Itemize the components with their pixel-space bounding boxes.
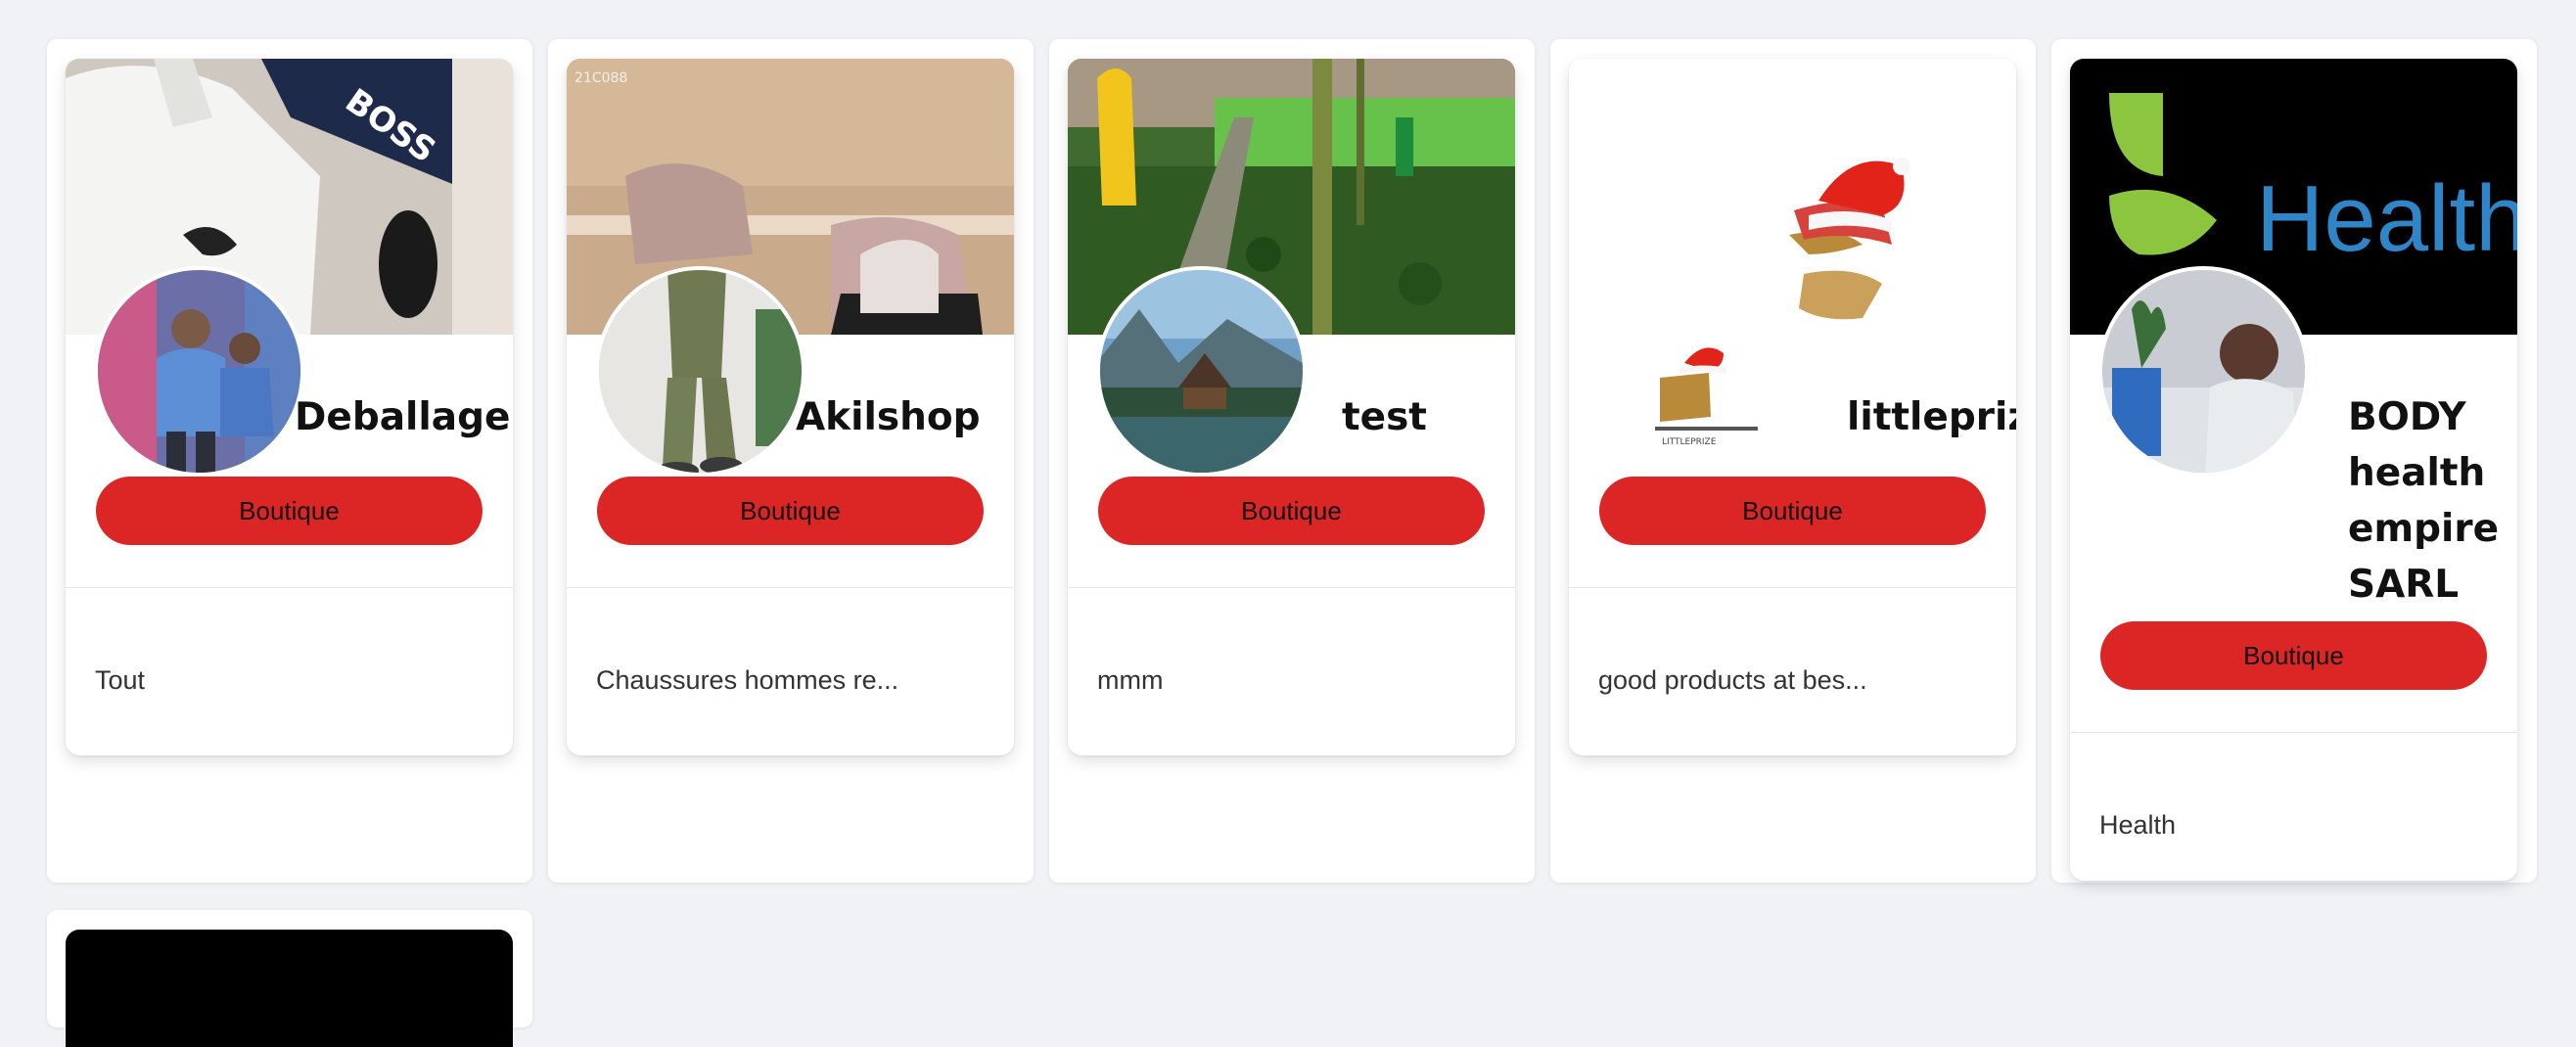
boutique-button[interactable]: Boutique bbox=[1599, 477, 1986, 545]
shop-description: mmm bbox=[1097, 665, 1164, 695]
boutique-button[interactable]: Boutique bbox=[96, 477, 483, 545]
shop-card[interactable]: test Boutique mmm bbox=[1068, 59, 1515, 755]
logo-small-text: LITTLEPRIZE bbox=[1662, 437, 1717, 447]
shop-grid-cell bbox=[47, 910, 532, 1047]
shop-grid-cell: LITTLEPRIZE littleprize Boutique good pr… bbox=[1550, 39, 2036, 883]
shop-avatar[interactable] bbox=[595, 266, 805, 477]
banner-code: 21C088 bbox=[575, 70, 627, 86]
shop-banner-image bbox=[66, 930, 513, 1047]
shop-grid-cell: 21C088 Akilshop Boutique Chaussures homm… bbox=[548, 39, 1034, 883]
shop-avatar[interactable]: LITTLEPRIZE bbox=[1597, 266, 1808, 477]
shop-card[interactable]: 21C088 Akilshop Boutique Chaussures homm… bbox=[567, 59, 1014, 755]
shop-avatar[interactable] bbox=[94, 266, 304, 477]
shop-card[interactable]: LITTLEPRIZE littleprize Boutique good pr… bbox=[1569, 59, 2016, 755]
shop-grid-cell: BOSS Deballage Boutique Tout bbox=[47, 39, 532, 883]
shop-grid-cell: Health BODY health empire SARL Boutique … bbox=[2051, 39, 2537, 883]
health-logo-text: Health bbox=[2256, 166, 2517, 271]
shop-name: littleprize bbox=[1847, 395, 2016, 439]
shop-card[interactable]: BOSS Deballage Boutique Tout bbox=[66, 59, 513, 755]
shop-grid-cell: test Boutique mmm bbox=[1049, 39, 1535, 883]
shop-name: Akilshop bbox=[796, 395, 981, 439]
card-divider bbox=[1068, 587, 1515, 588]
shop-card[interactable]: Health BODY health empire SARL Boutique … bbox=[2070, 59, 2517, 881]
shop-name: test bbox=[1342, 395, 1427, 439]
shop-description: Tout bbox=[95, 665, 146, 695]
shop-name: BODY health empire SARL bbox=[2348, 395, 2500, 607]
boutique-button[interactable]: Boutique bbox=[1098, 477, 1485, 545]
shop-name: Deballage bbox=[295, 395, 511, 439]
shop-avatar[interactable] bbox=[1096, 266, 1307, 477]
card-divider bbox=[1569, 587, 2016, 588]
card-divider bbox=[66, 587, 513, 588]
shop-description: good products at bes... bbox=[1598, 665, 1867, 695]
shop-description: Chaussures hommes re... bbox=[596, 665, 899, 695]
card-divider bbox=[2070, 732, 2517, 733]
boutique-button[interactable]: Boutique bbox=[2100, 621, 2487, 690]
boutique-button[interactable]: Boutique bbox=[597, 477, 984, 545]
shop-avatar[interactable] bbox=[2098, 266, 2309, 477]
card-divider bbox=[567, 587, 1014, 588]
shop-description: Health bbox=[2099, 810, 2177, 840]
